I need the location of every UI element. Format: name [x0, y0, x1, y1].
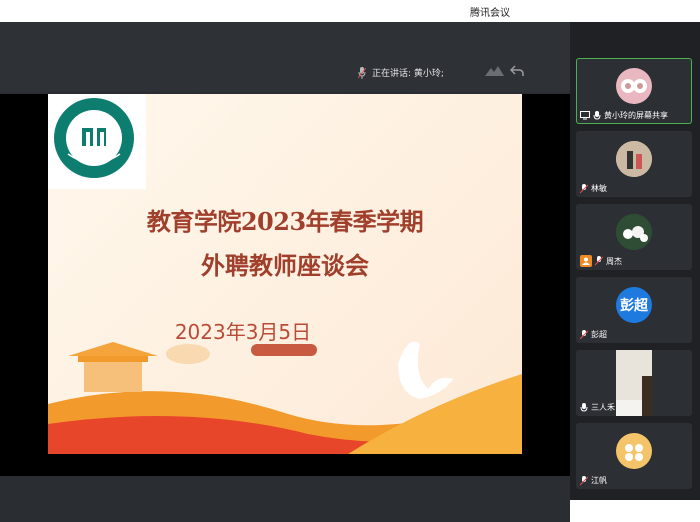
speaking-indicator: 正在讲话: 黄小玲; [358, 66, 444, 79]
participant-name: 黄小玲的屏幕共享 [604, 111, 668, 120]
mic-muted-icon [580, 329, 588, 339]
mic-icon [580, 402, 588, 412]
participant-tile[interactable]: 三人禾 [576, 350, 692, 416]
presentation-slide: 教育学院2023年春季学期 外聘教师座谈会 2023年3月5日 [48, 94, 522, 454]
window-titlebar: 腾讯会议 [0, 0, 700, 22]
avatar [616, 141, 652, 177]
speaking-label: 正在讲话: 黄小玲; [372, 69, 444, 79]
mic-muted-icon [580, 183, 588, 193]
slide-title-line1: 教育学院2023年春季学期 [146, 207, 424, 236]
shared-screen: 教育学院2023年春季学期 外聘教师座谈会 2023年3月5日 [0, 94, 570, 476]
participant-label: 彭超 [580, 329, 607, 340]
participant-label: 林敏 [580, 183, 607, 194]
avatar [616, 433, 652, 469]
university-logo [48, 94, 146, 189]
mic-muted-icon [595, 256, 603, 266]
participant-name: 江帆 [591, 476, 607, 485]
avatar [616, 214, 652, 250]
participant-video [616, 350, 652, 416]
host-icon [580, 255, 592, 267]
decorative-illustration [48, 341, 522, 454]
avatar: 彭超 [616, 287, 652, 323]
mic-icon [593, 110, 601, 120]
participant-tile[interactable]: 江帆 [576, 423, 692, 489]
participant-name: 林敏 [591, 184, 607, 193]
participant-name: 彭超 [591, 330, 607, 339]
avatar [616, 68, 652, 104]
participant-name: 周杰 [606, 256, 622, 266]
annotation-icon[interactable] [484, 65, 506, 77]
participant-tile[interactable]: 林敏 [576, 131, 692, 197]
participant-name: 三人禾 [591, 403, 615, 412]
participant-tile[interactable]: 周杰 [576, 204, 692, 270]
app-title: 腾讯会议 [470, 8, 510, 19]
participant-tile[interactable]: 彭超 彭超 [576, 277, 692, 343]
mic-icon [358, 66, 366, 79]
bottom-bar [0, 476, 570, 522]
mic-muted-icon [580, 475, 588, 485]
participant-label: 江帆 [580, 475, 607, 486]
slide-title-line2: 外聘教师座谈会 [201, 251, 369, 280]
undo-icon[interactable] [510, 65, 524, 77]
participant-label: 周杰 [580, 255, 622, 267]
main-stage-area: 正在讲话: 黄小玲; 教育学院2023年春季学期 外聘教师座谈会 2023年3月… [0, 22, 570, 522]
participant-label: 三人禾 [580, 402, 615, 413]
screen-share-icon [580, 111, 590, 120]
top-bar: 正在讲话: 黄小玲; [0, 22, 570, 92]
participant-tile[interactable]: 黄小玲的屏幕共享 [576, 58, 692, 124]
toolbar-icons [484, 65, 524, 77]
participant-label: 黄小玲的屏幕共享 [580, 110, 668, 121]
